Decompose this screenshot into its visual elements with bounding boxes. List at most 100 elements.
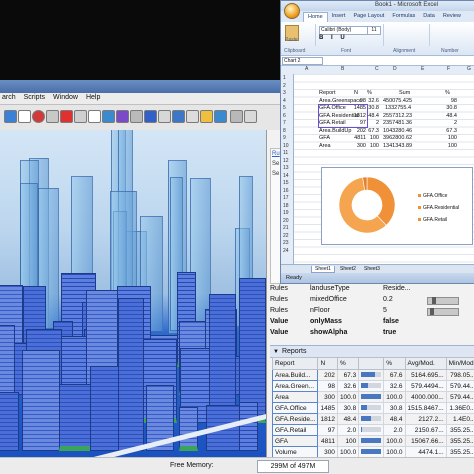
cell[interactable]: 98 (429, 98, 457, 104)
row-number[interactable]: 11 (283, 150, 288, 156)
tab-home[interactable]: Home (303, 12, 328, 22)
attribute-value[interactable]: Reside... (383, 283, 427, 294)
tab-data[interactable]: Data (419, 12, 439, 22)
row-number[interactable]: 23 (283, 240, 289, 246)
sheet-tab[interactable]: Sheet1 (311, 266, 335, 273)
column-header[interactable]: F (447, 66, 450, 72)
row-number[interactable]: 3 (283, 90, 286, 96)
row-number[interactable]: 12 (283, 158, 289, 164)
transform-icon[interactable] (158, 110, 171, 123)
column-header[interactable]: G (467, 66, 471, 72)
row-number[interactable]: 15 (283, 180, 289, 186)
3d-viewport[interactable] (0, 130, 266, 457)
cell[interactable]: 100 (429, 143, 457, 149)
cell[interactable]: 450075.425 (383, 98, 412, 104)
select-tool-icon[interactable] (4, 110, 17, 123)
attribute-row[interactable]: Rules landuseType Reside... (270, 283, 474, 294)
attribute-value[interactable]: 5 (383, 305, 427, 316)
cell[interactable]: 3962800.62 (383, 135, 412, 141)
row-number[interactable]: 18 (283, 203, 289, 209)
rotate-icon[interactable] (172, 110, 185, 123)
grid-icon[interactable] (214, 110, 227, 123)
camera-icon[interactable] (74, 110, 87, 123)
menu-window[interactable]: Window (49, 93, 82, 104)
row-number[interactable]: 7 (283, 120, 286, 126)
column-header[interactable]: N (317, 357, 338, 370)
column-header[interactable]: B (341, 66, 344, 72)
record-icon[interactable] (32, 110, 45, 123)
cell[interactable]: Report (319, 90, 336, 96)
attribute-row[interactable]: Rules mixedOffice 0.2 (270, 294, 474, 305)
view-icon[interactable] (230, 110, 243, 123)
value-slider[interactable] (427, 297, 459, 305)
cell[interactable]: 32.6 (351, 98, 379, 104)
cell[interactable]: 100 (351, 135, 379, 141)
cell[interactable]: 2 (429, 120, 457, 126)
table-row[interactable]: Area.Green... 98 32.6 32.6 579.4494... 579.44… (271, 380, 474, 392)
menu-scripts[interactable]: Scripts (20, 93, 49, 104)
column-header[interactable]: Min/Mod. (445, 357, 474, 370)
cell[interactable]: Sum (399, 90, 410, 96)
cell[interactable]: 1043280.46 (383, 128, 412, 134)
cell[interactable]: 1341343.89 (383, 143, 412, 149)
name-box[interactable]: Chart 2 (282, 57, 323, 65)
donut-slice[interactable] (366, 176, 396, 226)
settings-icon[interactable] (46, 110, 59, 123)
formula-bar[interactable]: Chart 2 (281, 56, 474, 66)
cell[interactable]: 30.8 (429, 105, 457, 111)
embedded-chart[interactable]: GFA.Office GFA.Residential GFA.Retail (321, 167, 473, 245)
cell[interactable]: 2357481.36 (383, 120, 412, 126)
column-header[interactable]: A (305, 66, 308, 72)
cell[interactable]: N (354, 90, 358, 96)
column-header[interactable]: % (383, 357, 406, 370)
row-number[interactable]: 24 (283, 248, 289, 254)
row-number[interactable]: 21 (283, 225, 289, 231)
cell[interactable]: 100 (429, 135, 457, 141)
column-header[interactable] (358, 357, 385, 370)
row-number[interactable]: 20 (283, 218, 289, 224)
row-number[interactable]: 1 (283, 75, 286, 81)
row-number[interactable]: 2 (283, 83, 286, 89)
table-row[interactable]: Volume 300 100.0 100.0 4474.1... 355.25... (271, 446, 474, 458)
column-header[interactable]: D (393, 66, 397, 72)
row-number[interactable]: 9 (283, 135, 286, 141)
column-header[interactable]: C (375, 66, 379, 72)
row-number[interactable]: 17 (283, 195, 289, 201)
attribute-value[interactable]: false (383, 316, 427, 327)
table-row[interactable]: GFA 4811 100 100.0 15067.66... 355.25... (271, 435, 474, 447)
cursor-icon[interactable] (88, 110, 101, 123)
column-header[interactable]: Avg/Mod. (404, 357, 447, 370)
tab-review[interactable]: Review (439, 12, 465, 22)
row-number[interactable]: 19 (283, 210, 289, 216)
collapse-triangle-icon[interactable]: ▼ (273, 349, 279, 355)
sheet-tab[interactable]: Sheet2 (337, 266, 359, 272)
sheet-tab[interactable]: Sheet3 (361, 266, 383, 272)
attribute-value[interactable]: 0.2 (383, 294, 427, 305)
pencil-icon[interactable] (102, 110, 115, 123)
free-memory-gauge[interactable]: 299M of 497M (257, 460, 329, 473)
attribute-row[interactable]: Value showAlpha true (270, 327, 474, 338)
scale-icon[interactable] (186, 110, 199, 123)
menu-help[interactable]: Help (82, 93, 104, 104)
row-number[interactable]: 22 (283, 233, 289, 239)
lightbulb-icon[interactable] (200, 110, 213, 123)
row-number[interactable]: 13 (283, 165, 289, 171)
cell[interactable]: % (367, 90, 372, 96)
stop-icon[interactable] (60, 110, 73, 123)
bookmark-icon[interactable] (244, 110, 257, 123)
value-slider[interactable] (427, 308, 459, 316)
table-row[interactable]: Area 300 100.0 100.0 4000.000... 579.44... (271, 391, 474, 403)
polygon-icon[interactable] (130, 110, 143, 123)
cell[interactable]: 67.3 (351, 128, 379, 134)
row-number[interactable]: 14 (283, 173, 289, 179)
row-number[interactable]: 4 (283, 98, 286, 104)
cell[interactable]: Area (319, 143, 331, 149)
cell[interactable]: 67.3 (429, 128, 457, 134)
table-row[interactable]: GFA.Reside... 1812 48.4 48.4 2127.2... 1.4E0.… (271, 413, 474, 425)
attribute-row[interactable]: Rules nFloor 5 (270, 305, 474, 316)
column-header[interactable]: Report (271, 357, 319, 370)
cell[interactable]: 100 (351, 143, 379, 149)
column-header[interactable]: E (421, 66, 424, 72)
office-button-icon[interactable] (284, 3, 300, 19)
tab-formulas[interactable]: Formulas (388, 12, 419, 22)
